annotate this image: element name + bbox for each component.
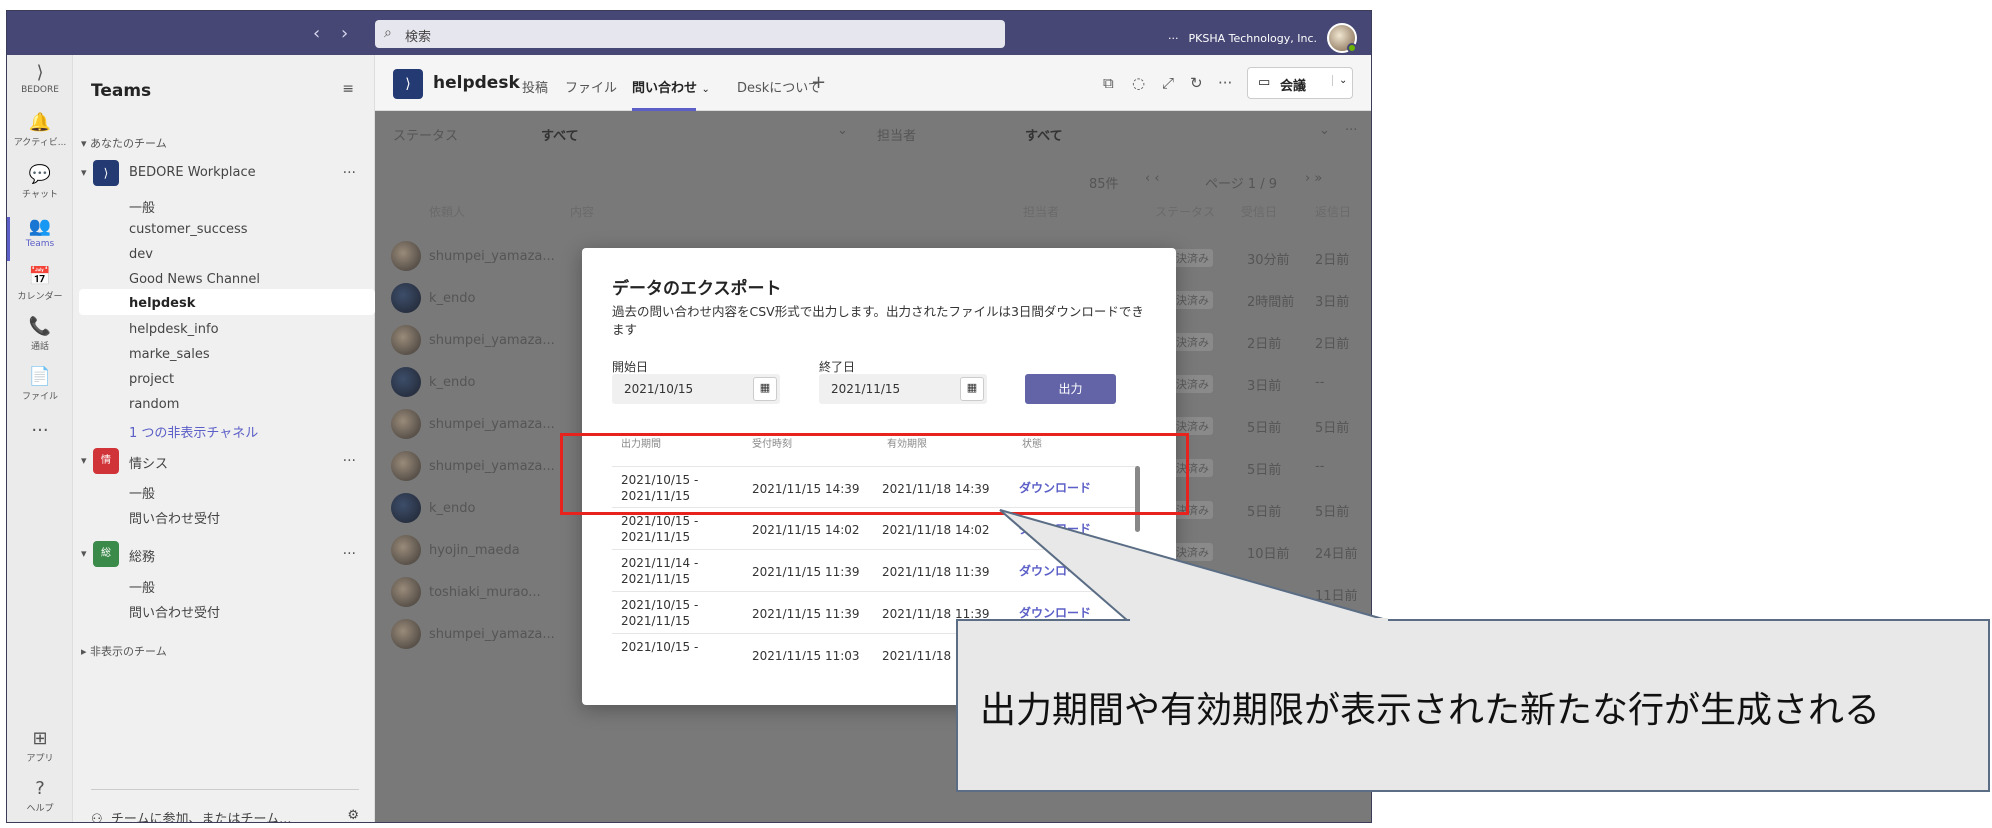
callout-seam: [1130, 618, 1388, 623]
callout-tail: [999, 509, 1391, 622]
callout-text: 出力期間や有効期限が表示された新たな行が生成される: [980, 690, 1881, 731]
callout-box: 出力期間や有効期限が表示された新たな行が生成される: [956, 619, 1990, 792]
